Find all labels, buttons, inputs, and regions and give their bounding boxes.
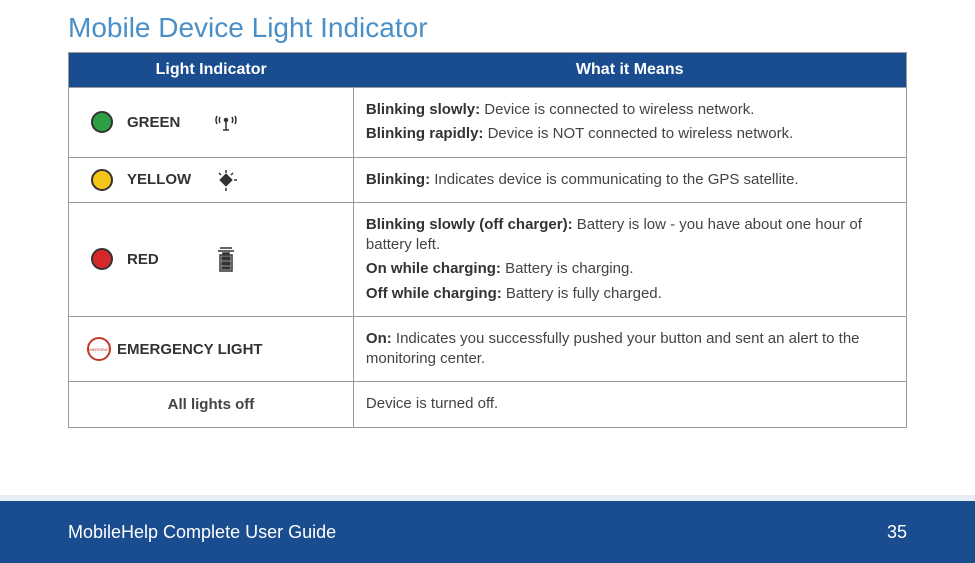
red-meaning-2: On while charging: Battery is charging. [366, 259, 894, 279]
green-label: GREEN [127, 114, 197, 131]
header-what-it-means: What it Means [353, 53, 906, 88]
row-all-off: All lights off Device is turned off. [69, 382, 907, 427]
satellite-icon [211, 166, 241, 194]
emergency-meaning-1: On: Indicates you successfully pushed yo… [366, 329, 894, 370]
row-green: GREEN [69, 88, 907, 158]
red-meaning-3: Off while charging: Battery is fully cha… [366, 284, 894, 304]
green-meaning-1: Blinking slowly: Device is connected to … [366, 100, 894, 120]
all-off-label: All lights off [69, 382, 354, 427]
header-light-indicator: Light Indicator [69, 53, 354, 88]
page-title: Mobile Device Light Indicator [0, 0, 975, 52]
red-label: RED [127, 251, 197, 268]
yellow-label: YELLOW [127, 171, 197, 188]
wireless-icon [211, 108, 241, 136]
row-red: RED [69, 202, 907, 316]
indicator-table-wrap: Light Indicator What it Means GREEN [68, 52, 907, 428]
green-dot-icon [91, 111, 113, 133]
red-meaning-1: Blinking slowly (off charger): Battery i… [366, 215, 894, 256]
all-off-meaning: Device is turned off. [366, 394, 894, 414]
emergency-label: EMERGENCY LIGHT [117, 341, 263, 358]
yellow-meaning-1: Blinking: Indicates device is communicat… [366, 170, 894, 190]
footer-guide-title: MobileHelp Complete User Guide [68, 522, 336, 543]
battery-icon [211, 244, 241, 274]
row-emergency: EMERGENCY EMERGENCY LIGHT On: Indicates … [69, 316, 907, 382]
red-dot-icon [91, 248, 113, 270]
indicator-table: Light Indicator What it Means GREEN [68, 52, 907, 428]
row-yellow: YELLOW [69, 157, 907, 202]
yellow-dot-icon [91, 169, 113, 191]
green-meaning-2: Blinking rapidly: Device is NOT connecte… [366, 124, 894, 144]
footer-page-number: 35 [887, 522, 907, 543]
footer-bar: MobileHelp Complete User Guide 35 [0, 501, 975, 563]
emergency-badge-icon: EMERGENCY [87, 337, 111, 361]
